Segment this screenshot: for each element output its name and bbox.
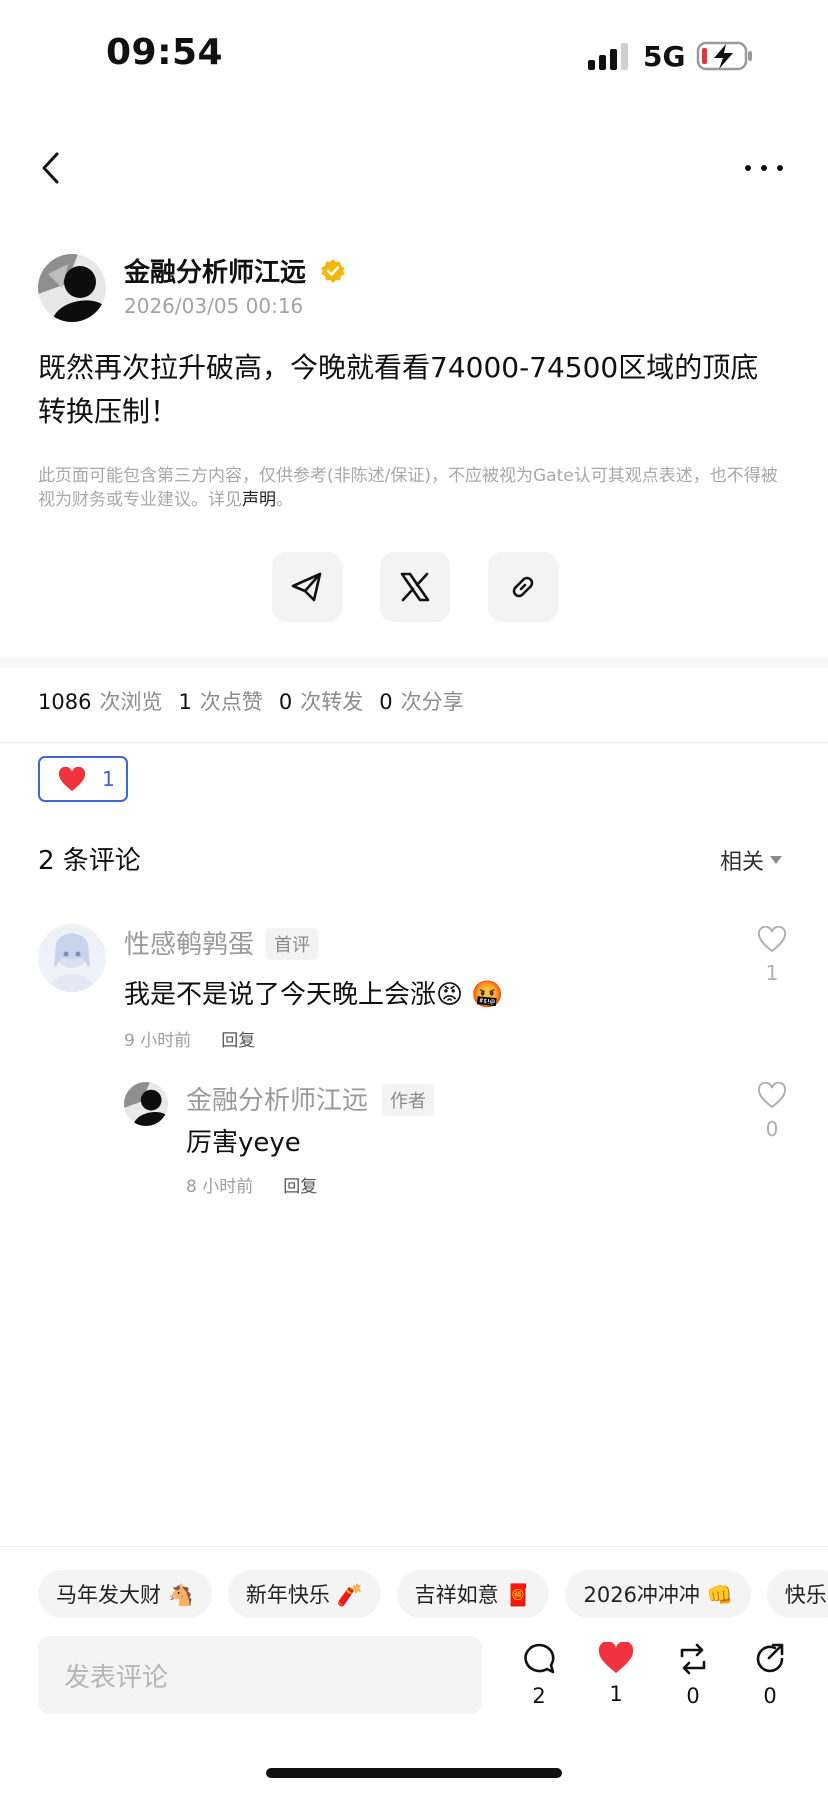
caret-down-icon <box>770 856 783 864</box>
comment-bubble-icon <box>524 1643 555 1674</box>
section-divider <box>0 658 828 668</box>
disclaimer-link[interactable]: 声明 <box>242 490 276 510</box>
signal-icon <box>588 42 630 70</box>
heart-reaction-chip[interactable]: 1 <box>38 756 128 802</box>
author-name[interactable]: 金融分析师江远 <box>124 252 306 289</box>
quick-tag[interactable]: 新年快乐 🧨 <box>227 1570 381 1618</box>
commenter-name[interactable]: 性感鹌鹑蛋 <box>124 924 254 961</box>
post-detail-screen: 09:54 5G 金融分析师江远 2026/03/05 00:16 既然再次拉升… <box>0 0 828 1795</box>
quick-tag[interactable]: 快乐 <box>766 1570 828 1618</box>
reply-author-avatar[interactable] <box>124 1082 168 1126</box>
post-timestamp: 2026/03/05 00:16 <box>124 294 304 318</box>
repost-action[interactable]: 0 <box>668 1642 718 1708</box>
comment-time: 9 小时前 <box>124 1031 192 1051</box>
more-options-button[interactable] <box>736 150 792 186</box>
repost-icon <box>680 1643 706 1675</box>
reply-like-count: 0 <box>765 1117 779 1141</box>
post-content: 既然再次拉升破高，今晚就看看74000-74500区域的顶底 转换压制！ <box>38 346 798 434</box>
reply-text: 厉害yeye <box>186 1128 301 1158</box>
views-count: 1086 <box>38 690 92 714</box>
post-text-line: 转换压制！ <box>38 395 179 428</box>
share-telegram-button[interactable] <box>272 552 342 622</box>
commenter-avatar[interactable] <box>38 924 106 992</box>
reply-meta: 8 小时前 回复 <box>186 1172 317 1197</box>
disclaimer-text: 此页面可能包含第三方内容，仅供参考(非陈述/保证)，不应被视为Gate认可其观点… <box>38 466 778 510</box>
disclaimer-end: 。 <box>276 490 293 510</box>
quick-tag[interactable]: 吉祥如意 🧧 <box>396 1570 550 1618</box>
repost-count: 0 <box>686 1684 700 1708</box>
status-bar: 09:54 5G <box>0 0 828 110</box>
like-count: 1 <box>609 1682 623 1706</box>
heart-icon <box>58 766 86 791</box>
comment-action[interactable]: 2 <box>514 1642 564 1708</box>
likes-label: 次点赞 <box>199 690 263 714</box>
comments-title: 2 条评论 <box>38 846 141 876</box>
share-count: 0 <box>763 1684 777 1708</box>
back-button[interactable] <box>30 146 70 190</box>
more-dots-icon <box>745 165 783 171</box>
comment-input[interactable]: 发表评论 <box>38 1636 482 1714</box>
author-avatar[interactable] <box>38 254 106 322</box>
comment-text: 我是不是说了今天晚上会涨😡 🤬 <box>124 980 504 1010</box>
post-stats: 1086 次浏览 1 次点赞 0 次转发 0 次分享 <box>38 686 480 716</box>
author-badge: 作者 <box>382 1084 434 1116</box>
sort-dropdown[interactable]: 相关 <box>720 844 783 876</box>
share-buttons <box>272 552 558 622</box>
comment-like-count: 1 <box>765 961 779 985</box>
share-x-button[interactable] <box>380 552 450 622</box>
network-label: 5G <box>643 40 686 73</box>
quick-tag[interactable]: 马年发大财 🐴 <box>38 1570 212 1618</box>
reposts-count: 0 <box>278 690 293 714</box>
x-icon <box>400 572 430 602</box>
reply-button[interactable]: 回复 <box>283 1177 317 1197</box>
verified-badge-icon <box>321 259 345 283</box>
reply-button[interactable]: 回复 <box>221 1031 255 1051</box>
like-action[interactable]: 1 <box>591 1641 641 1706</box>
share-action[interactable]: 0 <box>745 1642 795 1708</box>
post-text-line: 既然再次拉升破高，今晚就看看74000-74500区域的顶底 <box>38 351 759 384</box>
comment-count: 2 <box>532 1684 546 1708</box>
chevron-left-icon <box>42 152 59 184</box>
divider <box>0 742 828 743</box>
likes-count: 1 <box>178 690 192 714</box>
quick-tags: 马年发大财 🐴 新年快乐 🧨 吉祥如意 🧧 2026冲冲冲 👊 快乐 <box>38 1570 828 1618</box>
comment-meta: 9 小时前 回复 <box>124 1026 255 1051</box>
copy-link-button[interactable] <box>488 552 558 622</box>
views-label: 次浏览 <box>99 690 163 714</box>
reply-like-button[interactable]: 0 <box>752 1081 792 1141</box>
share-icon <box>756 1643 784 1673</box>
heart-outline-icon <box>757 925 787 953</box>
shares-label: 次分享 <box>400 690 464 714</box>
battery-charging-icon <box>696 41 752 71</box>
telegram-icon <box>291 572 322 602</box>
link-icon <box>512 576 534 598</box>
reply-time: 8 小时前 <box>186 1177 254 1197</box>
shares-count: 0 <box>379 690 393 714</box>
sort-label: 相关 <box>720 850 765 875</box>
reaction-count: 1 <box>102 767 115 791</box>
reposts-label: 次转发 <box>300 690 364 714</box>
disclaimer: 此页面可能包含第三方内容，仅供参考(非陈述/保证)，不应被视为Gate认可其观点… <box>38 464 778 512</box>
home-indicator[interactable] <box>266 1768 562 1778</box>
first-comment-badge: 首评 <box>266 928 318 960</box>
comment-like-button[interactable]: 1 <box>752 925 792 985</box>
reply-author-name[interactable]: 金融分析师江远 <box>186 1080 368 1117</box>
heart-outline-icon <box>757 1081 787 1109</box>
clock: 09:54 <box>106 32 224 73</box>
quick-tag[interactable]: 2026冲冲冲 👊 <box>565 1570 751 1618</box>
heart-filled-icon <box>598 1641 634 1673</box>
